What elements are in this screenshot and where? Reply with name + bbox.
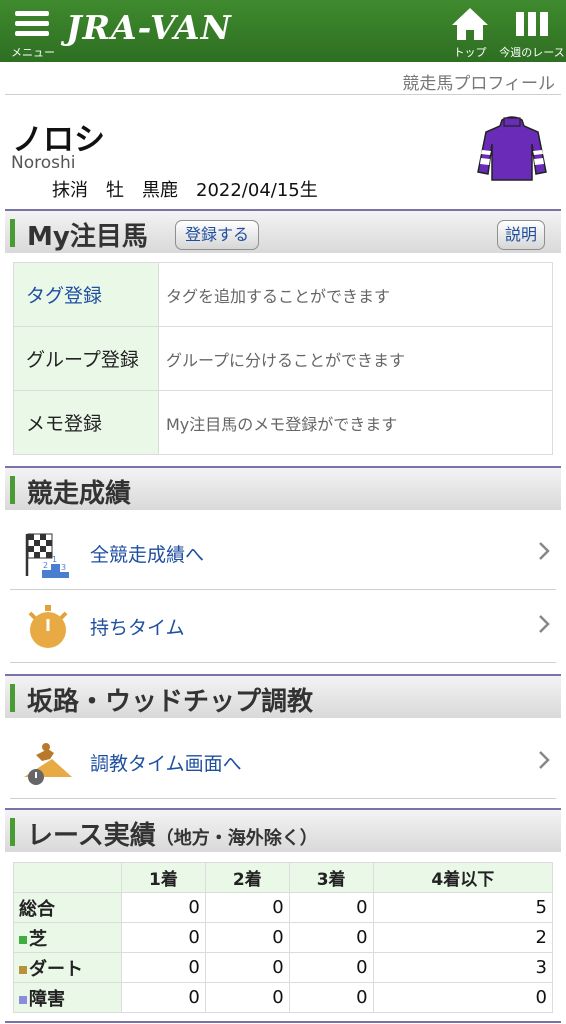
- table-row: 総合 0 0 0 5: [13, 892, 554, 923]
- register-button[interactable]: 登録する: [175, 220, 259, 250]
- my-watch-title: My注目馬: [27, 222, 148, 252]
- table-cell: 0: [288, 952, 374, 983]
- race-results-table: 1着 2着 3着 4着以下 総合 0 0 0 5 芝 0 0 0 2 ダート 0…: [13, 862, 554, 1013]
- section-accent-bar: [10, 476, 15, 504]
- section-accent-bar: [10, 818, 15, 846]
- table-row[interactable]: メモ登録 My注目馬のメモ登録ができます: [13, 390, 553, 455]
- race-record-section-header: 競走成績: [5, 466, 561, 510]
- weekly-races-button[interactable]: 今週のレース: [498, 4, 566, 60]
- table-cell: 0: [121, 952, 206, 983]
- menu-icon: [15, 11, 49, 41]
- column-header: [13, 862, 122, 893]
- divider: [5, 1021, 561, 1023]
- training-horse-icon: [24, 743, 72, 785]
- training-times-link[interactable]: 調教タイム画面へ: [10, 727, 556, 799]
- table-row: 芝 0 0 0 2: [13, 922, 554, 953]
- table-row: 障害 0 0 0 0: [13, 982, 554, 1013]
- race-record-title: 競走成績: [27, 479, 132, 509]
- table-cell: 0: [204, 922, 290, 953]
- stopwatch-icon: [28, 605, 68, 648]
- column-header: 3着: [288, 862, 374, 893]
- horse-roman-name: Noroshi: [11, 153, 76, 173]
- table-row[interactable]: タグ登録 タグを追加することができます: [13, 262, 553, 327]
- race-results-title-text: レース実績: [27, 821, 156, 851]
- my-watch-table: タグ登録 タグを追加することができます グループ登録 グループに分けることができ…: [13, 262, 553, 455]
- group-register-label[interactable]: グループ登録: [13, 326, 159, 391]
- section-accent-bar: [10, 219, 15, 247]
- race-results-subtitle: （地方・海外除く）: [155, 828, 318, 849]
- best-times-link[interactable]: 持ちタイム: [10, 591, 556, 663]
- row-label: 総合: [13, 892, 122, 923]
- chevron-right-icon: [539, 751, 550, 769]
- training-section-header: 坂路・ウッドチップ調教: [5, 674, 561, 718]
- svg-text:3: 3: [61, 563, 66, 572]
- table-cell: 0: [204, 952, 290, 983]
- table-cell: 0: [204, 982, 290, 1013]
- horse-info: 抹消牡黒鹿 2022/04/15生: [52, 176, 336, 202]
- table-cell: 0: [204, 892, 290, 923]
- table-header-row: 1着 2着 3着 4着以下: [13, 862, 554, 893]
- horse-sex: 牡: [106, 180, 124, 201]
- row-label-cell: 障害: [13, 982, 122, 1013]
- column-header: 1着: [121, 862, 206, 893]
- table-cell: 3: [372, 952, 554, 983]
- all-results-link[interactable]: 2 1 3 全競走成績へ: [10, 518, 556, 590]
- breadcrumb: 競走馬プロフィール: [5, 65, 561, 95]
- turf-marker-icon: [19, 935, 27, 944]
- columns-icon: [516, 12, 548, 36]
- jockey-silks-icon: [477, 116, 547, 181]
- race-results-title: レース実績（地方・海外除く）: [27, 815, 318, 852]
- app-header: メニュー JRA-VAN トップ 今週のレース: [0, 0, 566, 62]
- horse-status: 抹消: [52, 180, 88, 201]
- table-cell: 0: [121, 922, 206, 953]
- chevron-right-icon: [539, 542, 550, 560]
- help-button[interactable]: 説明: [497, 220, 545, 250]
- top-button[interactable]: トップ: [444, 4, 496, 60]
- jra-van-logo[interactable]: JRA-VAN: [66, 8, 232, 47]
- column-header: 4着以下: [372, 862, 554, 893]
- table-cell: 0: [372, 982, 554, 1013]
- table-row: ダート 0 0 0 3: [13, 952, 554, 983]
- tag-register-desc: タグを追加することができます: [158, 262, 553, 327]
- menu-label: メニュー: [11, 46, 55, 59]
- table-cell: 0: [288, 922, 374, 953]
- jump-marker-icon: [19, 995, 27, 1004]
- row-label-cell: 芝: [13, 922, 122, 953]
- row-label-cell: ダート: [13, 952, 122, 983]
- table-cell: 0: [288, 892, 374, 923]
- table-cell: 2: [372, 922, 554, 953]
- svg-text:2: 2: [43, 561, 48, 570]
- tag-register-link[interactable]: タグ登録: [13, 262, 159, 327]
- home-icon: [452, 8, 488, 40]
- table-cell: 0: [121, 982, 206, 1013]
- training-title: 坂路・ウッドチップ調教: [27, 687, 314, 717]
- horse-birth: 2022/04/15生: [196, 180, 318, 201]
- row-label: 障害: [29, 988, 65, 1010]
- horse-color: 黒鹿: [142, 180, 178, 201]
- checkered-flag-podium-icon: 2 1 3: [25, 533, 69, 578]
- group-register-desc: グループに分けることができます: [158, 326, 553, 391]
- chevron-right-icon: [539, 615, 550, 633]
- table-cell: 5: [372, 892, 554, 923]
- svg-text:1: 1: [52, 555, 57, 564]
- all-results-label: 全競走成績へ: [90, 544, 205, 566]
- training-times-label: 調教タイム画面へ: [90, 753, 242, 775]
- breadcrumb-label: 競走馬プロフィール: [402, 74, 555, 94]
- race-results-section-header: レース実績（地方・海外除く）: [5, 808, 561, 852]
- row-label: ダート: [29, 958, 83, 980]
- column-header: 2着: [204, 862, 290, 893]
- section-accent-bar: [10, 684, 15, 712]
- table-row[interactable]: グループ登録 グループに分けることができます: [13, 326, 553, 391]
- table-cell: 0: [121, 892, 206, 923]
- menu-button[interactable]: メニュー: [8, 6, 58, 59]
- table-cell: 0: [288, 982, 374, 1013]
- memo-register-label[interactable]: メモ登録: [13, 390, 159, 455]
- my-watch-section-header: My注目馬 登録する 説明: [5, 209, 561, 253]
- memo-register-desc: My注目馬のメモ登録ができます: [158, 390, 553, 455]
- row-label: 芝: [29, 928, 47, 950]
- week-label: 今週のレース: [499, 46, 565, 59]
- dirt-marker-icon: [19, 965, 27, 974]
- best-times-label: 持ちタイム: [90, 617, 185, 639]
- top-label: トップ: [453, 46, 487, 59]
